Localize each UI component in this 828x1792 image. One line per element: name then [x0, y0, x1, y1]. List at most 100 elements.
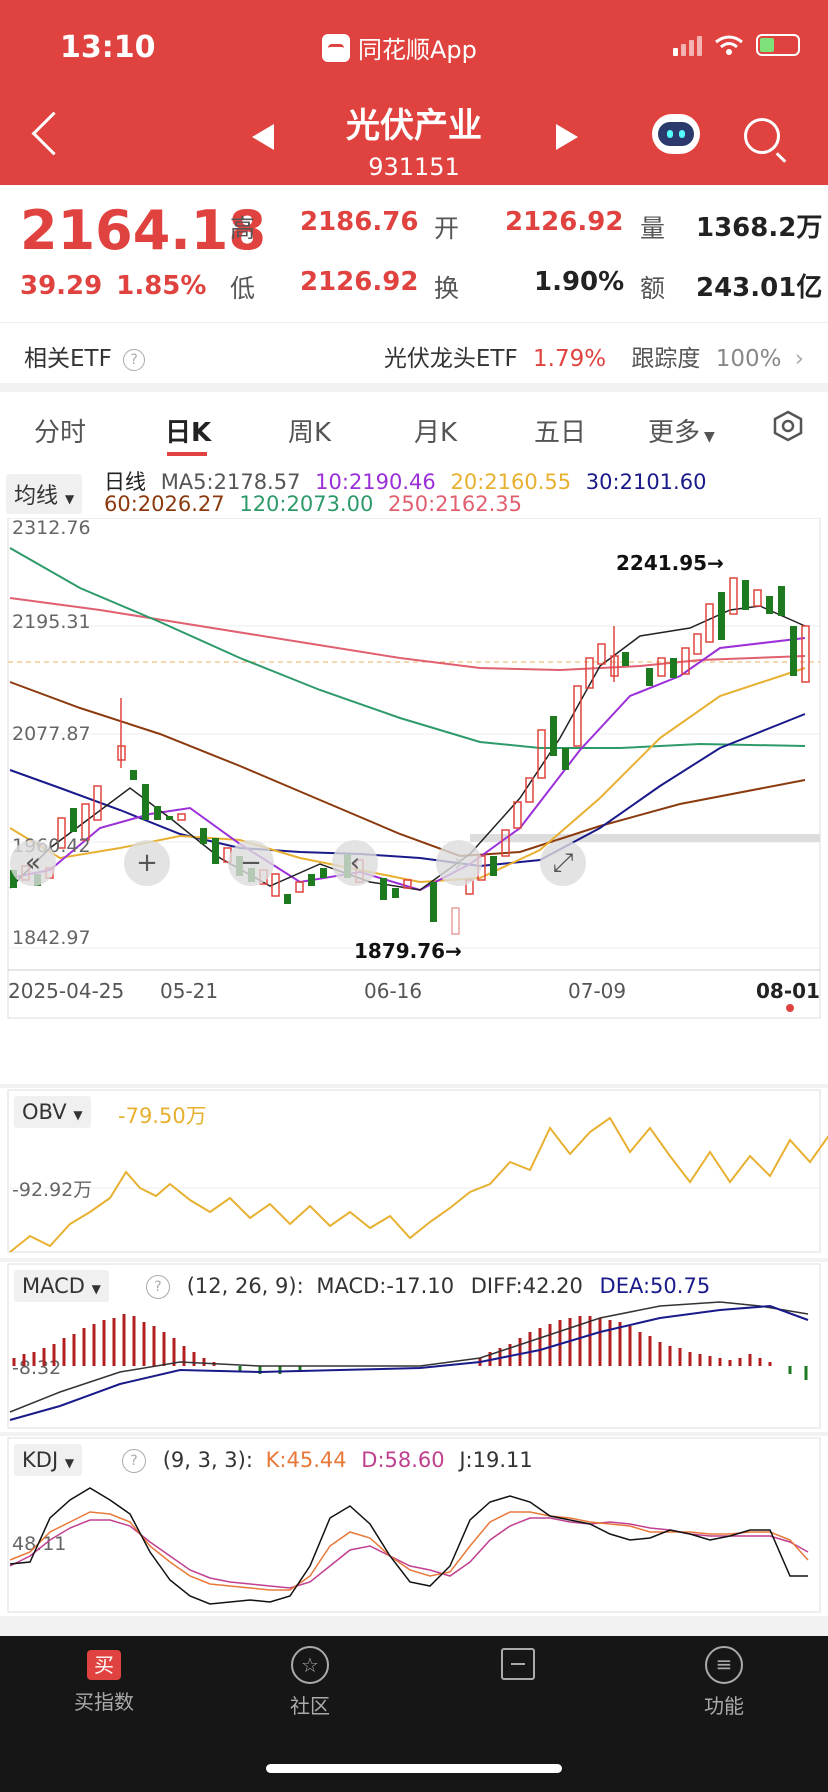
- y-axis-label: 2312.76: [12, 518, 91, 539]
- candlesticks: [10, 577, 810, 935]
- ma60-value: 60:2026.27: [104, 492, 225, 516]
- active-tab-indicator: [167, 452, 207, 456]
- kdj-panel[interactable]: KDJ ▼ ? (9, 3, 3): K:45.44 D:58.60 J:19.…: [0, 1436, 828, 1616]
- kdj-plot: 48.11: [7, 1437, 821, 1613]
- x-axis-label: 08-01: [756, 979, 820, 1003]
- low-marker-label: 1879.76→: [354, 939, 462, 963]
- ma-legend-row2: 60:2026.27 120:2073.00 250:2162.35: [104, 492, 522, 516]
- battery-icon: [756, 34, 800, 56]
- volume-value: 1368.2万: [696, 213, 823, 243]
- tab-more[interactable]: 更多 ▼: [648, 412, 715, 449]
- status-app-indicator[interactable]: 同花顺App: [322, 30, 477, 65]
- page-title: 光伏产业: [346, 106, 482, 146]
- high-marker-label: 2241.95→: [616, 551, 724, 575]
- nav-trade[interactable]: [448, 1636, 588, 1686]
- nav-functions-label: 功能: [704, 1694, 744, 1718]
- tab-weekly-k[interactable]: 周K: [288, 412, 331, 449]
- zoom-in-icon[interactable]: +: [124, 840, 170, 886]
- ma120-value: 120:2073.00: [239, 492, 374, 516]
- app-logo-icon: [322, 33, 350, 62]
- settings-hexagon-icon[interactable]: [772, 410, 804, 442]
- fullscreen-icon[interactable]: ⤢: [540, 840, 586, 886]
- scroll-right-icon[interactable]: ›: [436, 840, 482, 886]
- period-tabs: 分时 日K 周K 月K 五日 更多 ▼: [0, 392, 828, 464]
- kline-chart-panel[interactable]: 均线 ▼ 日线 MA5:2178.57 10:2190.46 20:2160.5…: [0, 464, 828, 1084]
- status-app-name: 同花顺App: [358, 36, 477, 64]
- volume-label: 量: [640, 214, 666, 243]
- low-value: 2126.92: [300, 267, 419, 297]
- tab-more-label: 更多: [648, 418, 701, 448]
- help-icon[interactable]: ?: [123, 348, 146, 371]
- tab-five-day[interactable]: 五日: [534, 412, 586, 449]
- next-stock-icon[interactable]: [556, 124, 578, 150]
- y-axis-label: 2195.31: [12, 611, 91, 633]
- macd-plot: -8.32: [7, 1263, 821, 1429]
- tab-intraday[interactable]: 分时: [34, 412, 86, 449]
- minus-box-icon: [501, 1648, 535, 1680]
- status-icons: [673, 34, 800, 56]
- ma30-line: [9, 713, 806, 868]
- ma250-value: 250:2162.35: [388, 492, 523, 516]
- track-label: 跟踪度: [631, 346, 701, 372]
- x-axis-label: 2025-04-25: [8, 979, 124, 1003]
- zoom-out-icon[interactable]: −: [228, 840, 274, 886]
- open-value: 2126.92: [505, 207, 624, 237]
- robot-assistant-icon[interactable]: [652, 114, 700, 154]
- low-label: 低: [230, 274, 256, 303]
- wifi-icon: [715, 35, 743, 55]
- tab-monthly-k[interactable]: 月K: [414, 412, 457, 449]
- x-axis-label: 07-09: [568, 979, 626, 1003]
- obv-y-label: -92.92万: [12, 1179, 92, 1201]
- track-value: 100%: [715, 346, 782, 372]
- nav-buy-index[interactable]: 买 买指数: [34, 1636, 174, 1715]
- menu-circle-icon: ≡: [705, 1646, 743, 1684]
- quote-panel: 2164.18 39.29 1.85% 高 2186.76 开 2126.92 量…: [0, 185, 828, 322]
- y-axis-label: 1842.97: [12, 927, 91, 949]
- ma10-value: 10:2190.46: [315, 470, 436, 494]
- nav-community[interactable]: ☆ 社区: [240, 1636, 380, 1719]
- open-label: 开: [434, 214, 460, 243]
- star-circle-icon: ☆: [291, 1646, 329, 1684]
- today-dot: [786, 1004, 794, 1012]
- ma-selector[interactable]: 均线 ▼: [6, 474, 83, 514]
- x-axis-label: 06-16: [364, 979, 422, 1003]
- nav-functions[interactable]: ≡ 功能: [654, 1636, 794, 1719]
- turnover-value: 1.90%: [534, 267, 625, 297]
- related-etf-row[interactable]: 相关ETF ? 光伏龙头ETF 1.79% 跟踪度 100% ›: [0, 322, 828, 383]
- macd-panel[interactable]: MACD ▼ ? (12, 26, 9): MACD:-17.10 DIFF:4…: [0, 1262, 828, 1432]
- y-axis-label: 2077.87: [12, 723, 91, 745]
- change-percent: 1.85%: [116, 271, 207, 301]
- related-etf-label: 相关ETF: [24, 346, 112, 372]
- x-axis-label: 05-21: [160, 979, 218, 1003]
- search-icon[interactable]: [744, 118, 780, 154]
- stock-code: 931151: [368, 153, 460, 181]
- amount-value: 243.01亿: [696, 273, 823, 303]
- etf-detail[interactable]: 光伏龙头ETF 1.79% 跟踪度 100% ›: [384, 339, 804, 373]
- kline-plot[interactable]: 2312.76 2195.31 2077.87 1960.42 1842.97 …: [0, 518, 828, 1078]
- ma30-value: 30:2101.60: [585, 470, 707, 494]
- etf-name: 光伏龙头ETF: [383, 346, 518, 372]
- change-value: 39.29: [20, 271, 103, 301]
- title-block: 光伏产业 931151: [0, 98, 828, 181]
- status-time: 13:10: [60, 30, 156, 65]
- scroll-left-icon[interactable]: ‹: [332, 840, 378, 886]
- signal-icon: [673, 34, 702, 56]
- zoom-out-far-icon[interactable]: «: [10, 840, 56, 886]
- related-etf-label-group: 相关ETF ?: [24, 339, 146, 373]
- kdj-y-label: 48.11: [12, 1533, 66, 1555]
- nav-buy-index-label: 买指数: [74, 1690, 134, 1714]
- home-indicator[interactable]: [266, 1764, 562, 1773]
- amount-label: 额: [640, 274, 666, 303]
- ma5-value: MA5:2178.57: [160, 470, 301, 494]
- etf-percent: 1.79%: [533, 346, 607, 372]
- caret-down-icon: ▼: [704, 429, 715, 445]
- obv-panel[interactable]: OBV ▼ -79.50万 -92.92万: [0, 1088, 828, 1258]
- tab-daily-k[interactable]: 日K: [165, 412, 211, 449]
- buy-icon: 买: [87, 1650, 121, 1680]
- change-row: 39.29 1.85%: [20, 271, 220, 301]
- app-header: 13:10 同花顺App 光伏产业 931151: [0, 0, 828, 185]
- nav-community-label: 社区: [290, 1694, 330, 1718]
- chevron-right-icon: ›: [794, 346, 804, 372]
- high-value: 2186.76: [300, 207, 419, 237]
- ma-selector-label: 均线: [14, 484, 59, 509]
